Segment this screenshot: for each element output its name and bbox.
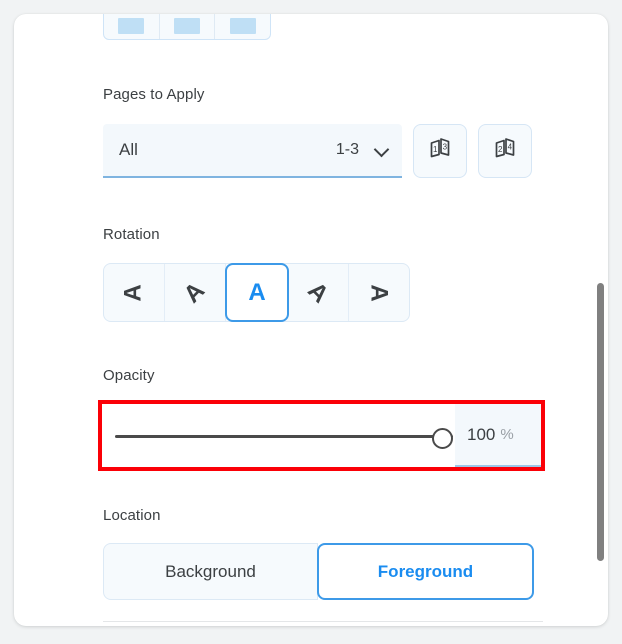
svg-text:2: 2 <box>498 145 503 154</box>
opacity-value: 100 <box>467 424 496 444</box>
color-swatch-option-2[interactable] <box>160 14 216 39</box>
rotation-label: Rotation <box>103 226 160 243</box>
pages-to-apply-label: Pages to Apply <box>103 86 205 103</box>
location-label: Location <box>103 507 161 524</box>
color-swatch-group[interactable] <box>103 14 271 40</box>
location-option-background[interactable]: Background <box>103 543 318 600</box>
rotation-option-minus-90[interactable]: A <box>104 264 165 321</box>
location-option-label: Foreground <box>377 561 474 581</box>
rotation-option-minus-45[interactable]: A <box>165 264 226 321</box>
rotation-group: A A A A A <box>103 263 410 322</box>
rotation-glyph: A <box>302 276 335 308</box>
opacity-slider-track <box>115 434 453 438</box>
location-group: Background Foreground <box>103 543 534 600</box>
odd-pages-button[interactable]: 1 3 <box>413 124 467 178</box>
pages-even-icon: 2 4 <box>492 136 518 167</box>
color-swatch-option-3[interactable] <box>215 14 270 39</box>
svg-text:4: 4 <box>508 142 513 151</box>
pages-to-apply-row: All 1-3 1 3 2 4 <box>103 124 532 178</box>
opacity-label: Opacity <box>103 367 155 384</box>
svg-text:3: 3 <box>443 142 448 151</box>
rotation-option-0[interactable]: A <box>225 263 289 322</box>
color-swatch-icon <box>118 18 145 34</box>
color-swatch-option-1[interactable] <box>104 14 160 39</box>
opacity-row: 100 % <box>102 404 541 467</box>
opacity-highlight-box: 100 % <box>98 400 545 471</box>
panel-scrollbar-thumb[interactable] <box>597 283 604 561</box>
rotation-glyph: A <box>248 278 266 306</box>
rotation-glyph: A <box>120 283 147 302</box>
location-option-label: Background <box>165 561 256 581</box>
opacity-value-field[interactable]: 100 % <box>455 404 541 467</box>
color-swatch-icon <box>174 18 200 34</box>
panel-scrollbar[interactable] <box>594 14 608 626</box>
rotation-option-45[interactable]: A <box>288 264 349 321</box>
location-option-foreground[interactable]: Foreground <box>317 543 534 600</box>
color-swatch-icon <box>229 18 256 34</box>
pages-odd-icon: 1 3 <box>427 136 453 167</box>
opacity-slider-thumb[interactable] <box>432 427 453 449</box>
rotation-glyph: A <box>178 276 211 308</box>
svg-text:1: 1 <box>433 145 438 154</box>
settings-panel: Pages to Apply All 1-3 1 3 2 4 Rotation … <box>14 14 608 626</box>
even-pages-button[interactable]: 2 4 <box>478 124 532 178</box>
rotation-option-90[interactable]: A <box>349 264 409 321</box>
bottom-divider <box>103 621 543 622</box>
pages-to-apply-select[interactable]: All 1-3 <box>103 124 402 178</box>
opacity-unit: % <box>500 426 514 443</box>
chevron-down-icon <box>375 143 389 157</box>
opacity-slider[interactable] <box>115 425 453 449</box>
pages-to-apply-range: 1-3 <box>335 141 359 158</box>
rotation-glyph: A <box>366 283 393 302</box>
pages-to-apply-value: All <box>119 140 138 159</box>
